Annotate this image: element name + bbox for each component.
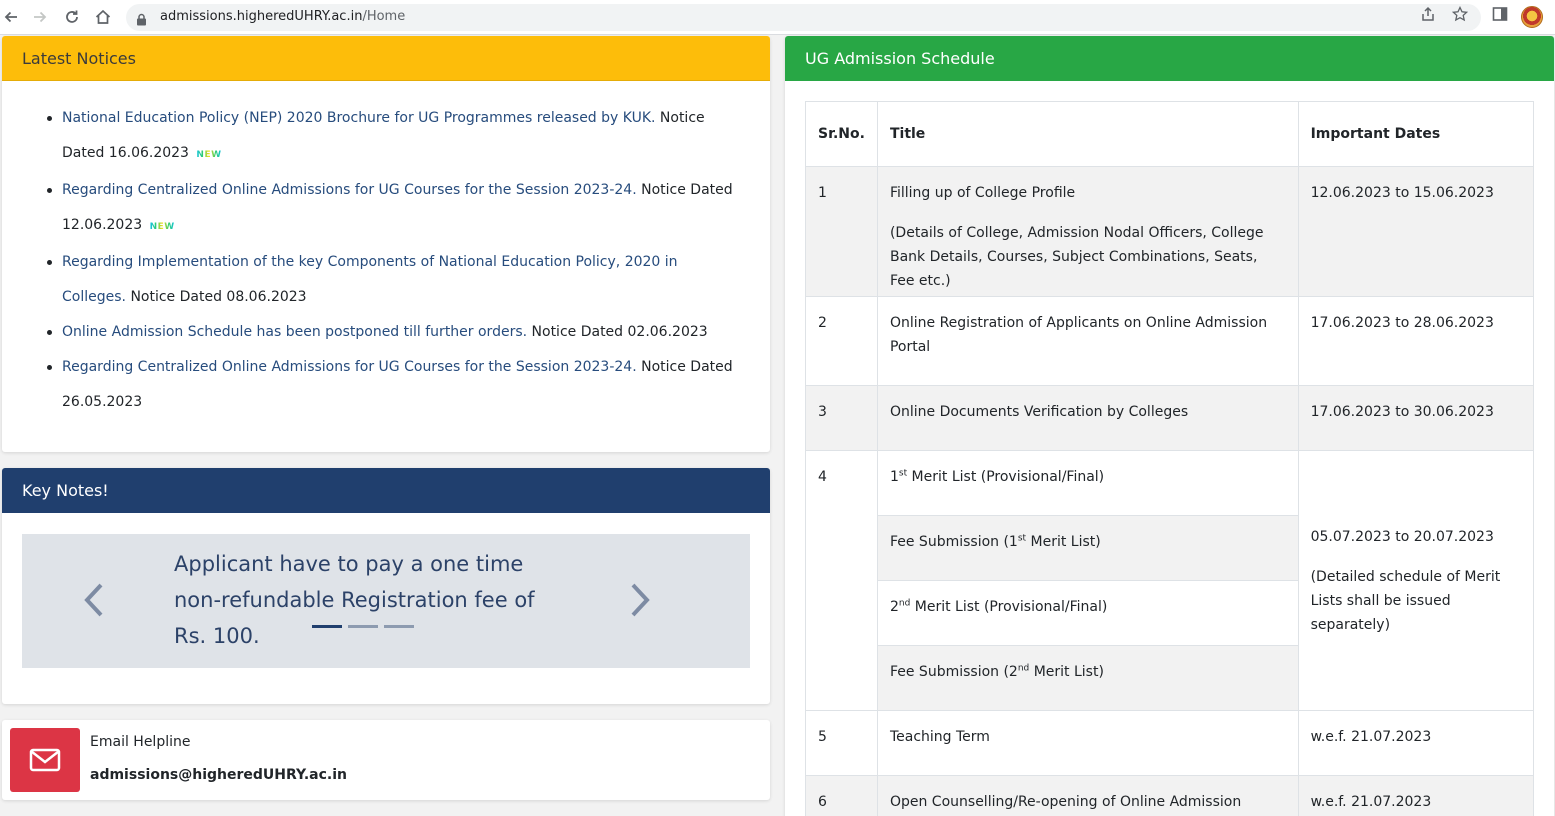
table-row: 2 Online Registration of Applicants on O… [805,296,1535,386]
notice-link[interactable]: Online Admission Schedule has been postp… [62,324,527,340]
list-item: Regarding Centralized Online Admissions … [47,350,742,420]
fee-text-end: Merit List) [1029,664,1104,680]
cell-title: Online Registration of Applicants on Onl… [876,296,1299,386]
schedule-header: UG Admission Schedule [785,36,1554,81]
share-icon[interactable] [1419,5,1437,23]
column-header-dates: Important Dates [1297,101,1535,167]
notice-date: Notice Dated 08.06.2023 [130,289,307,305]
cell-title: Online Documents Verification by College… [876,385,1299,451]
cell-date: 17.06.2023 to 28.06.2023 [1297,296,1535,386]
notice-date: Notice Dated 02.06.2023 [531,324,708,340]
list-item: National Education Policy (NEP) 2020 Bro… [47,101,742,173]
cell-date-detail: (Detailed schedule of Merit Lists shall … [1310,568,1501,633]
cell-title: Teaching Term [876,710,1299,776]
fee-text-end: Merit List) [1026,534,1101,550]
cell-srno: 1 [805,166,878,297]
back-arrow-icon[interactable] [0,6,22,28]
merit-ordinal-suffix: nd [898,598,911,609]
cell-srno: 3 [805,385,878,451]
cell-srno: 2 [805,296,878,386]
cell-date-main: 05.07.2023 to 20.07.2023 [1310,528,1494,545]
table-row: 1 Filling up of College Profile (Details… [805,166,1535,297]
list-item: Online Admission Schedule has been postp… [47,315,742,350]
cell-srno: 6 [805,775,878,816]
latest-notices-header: Latest Notices [2,36,770,81]
carousel-indicator-1[interactable] [312,625,342,628]
notice-list: National Education Policy (NEP) 2020 Bro… [47,101,742,420]
schedule-table: Sr.No. Title Important Dates 1 Filling u… [805,101,1535,816]
table-row: 4 1st Merit List (Provisional/Final) 05.… [805,450,1535,711]
lock-icon [136,11,147,30]
cell-date: 17.06.2023 to 30.06.2023 [1297,385,1535,451]
address-bar[interactable]: admissions.higheredUHRY.ac.in/Home [126,4,1481,31]
cell-srno: 4 [805,450,878,711]
url-text: admissions.higheredUHRY.ac.in/Home [160,9,405,24]
notice-link[interactable]: Regarding Centralized Online Admissions … [62,359,637,375]
notice-link[interactable]: National Education Policy (NEP) 2020 Bro… [62,110,655,126]
forward-arrow-icon[interactable] [29,6,51,28]
latest-notices-panel: Latest Notices National Education Policy… [2,36,770,452]
new-badge: NEW [150,210,175,245]
chevron-left-icon[interactable] [79,580,109,620]
column-header-srno: Sr.No. [805,101,878,167]
cell-title: Filling up of College Profile (Details o… [876,166,1299,297]
ug-admission-schedule-panel: UG Admission Schedule Sr.No. Title Impor… [785,36,1554,816]
profile-avatar[interactable] [1521,6,1543,28]
bookmark-star-icon[interactable] [1451,5,1469,23]
cell-title: 1st Merit List (Provisional/Final) [876,450,1299,516]
table-header-row: Sr.No. Title Important Dates [805,101,1535,167]
cell-title: Fee Submission (1st Merit List) [876,515,1299,581]
fee-text: Fee Submission (1 [889,534,1018,550]
new-badge: NEW [196,138,221,173]
cell-date: 12.06.2023 to 15.06.2023 [1297,166,1535,297]
cell-srno: 5 [805,710,878,776]
chevron-right-icon[interactable] [625,580,655,620]
list-item: Regarding Centralized Online Admissions … [47,173,742,245]
cell-date: 05.07.2023 to 20.07.2023 (Detailed sched… [1297,450,1535,711]
merit-ordinal-suffix: nd [1017,663,1030,674]
cell-title: 2nd Merit List (Provisional/Final) [876,580,1299,646]
helpline-label: Email Helpline [90,734,191,750]
carousel-slide-text: Applicant have to pay a one time non-ref… [174,552,535,648]
column-header-title: Title [876,101,1299,167]
browser-toolbar: admissions.higheredUHRY.ac.in/Home [0,0,1555,35]
cell-date: w.e.f. 21.07.2023 [1297,710,1535,776]
merit-ordinal-number: 2 [889,599,899,615]
merit-ordinal-suffix: st [898,468,908,479]
key-notes-header: Key Notes! [2,468,770,513]
carousel-indicator-3[interactable] [384,625,414,628]
carousel-indicators [312,625,414,628]
table-row: 3 Online Documents Verification by Colle… [805,385,1535,451]
fee-text: Fee Submission (2 [889,664,1018,680]
table-row: 6 Open Counselling/Re-opening of Online … [805,775,1535,816]
reload-icon[interactable] [61,6,83,28]
notice-link[interactable]: Regarding Centralized Online Admissions … [62,182,637,198]
helpline-email[interactable]: admissions@higheredUHRY.ac.in [90,767,347,783]
merit-list-text: Merit List (Provisional/Final) [907,469,1105,485]
carousel-indicator-2[interactable] [348,625,378,628]
url-host: admissions.higheredUHRY.ac.in [160,9,363,24]
key-notes-carousel: Applicant have to pay a one time non-ref… [22,534,750,668]
cell-title: Fee Submission (2nd Merit List) [876,645,1299,711]
key-notes-panel: Key Notes! Applicant have to pay a one t… [2,468,770,704]
home-icon[interactable] [92,6,114,28]
side-panel-icon[interactable] [1491,5,1509,23]
email-helpline-panel: Email Helpline admissions@higheredUHRY.a… [2,720,770,800]
cell-title-main: Filling up of College Profile [889,185,1076,201]
list-item: Regarding Implementation of the key Comp… [47,245,742,315]
merit-ordinal-suffix: st [1017,533,1027,544]
envelope-icon [10,728,80,792]
url-path: /Home [362,9,406,24]
merit-ordinal-number: 1 [889,469,899,485]
merit-list-text: Merit List (Provisional/Final) [910,599,1108,615]
cell-title: Open Counselling/Re-opening of Online Ad… [876,775,1299,816]
table-row: 5 Teaching Term w.e.f. 21.07.2023 [805,710,1535,776]
cell-title-detail: (Details of College, Admission Nodal Off… [889,225,1264,289]
cell-date: w.e.f. 21.07.2023 [1297,775,1535,816]
